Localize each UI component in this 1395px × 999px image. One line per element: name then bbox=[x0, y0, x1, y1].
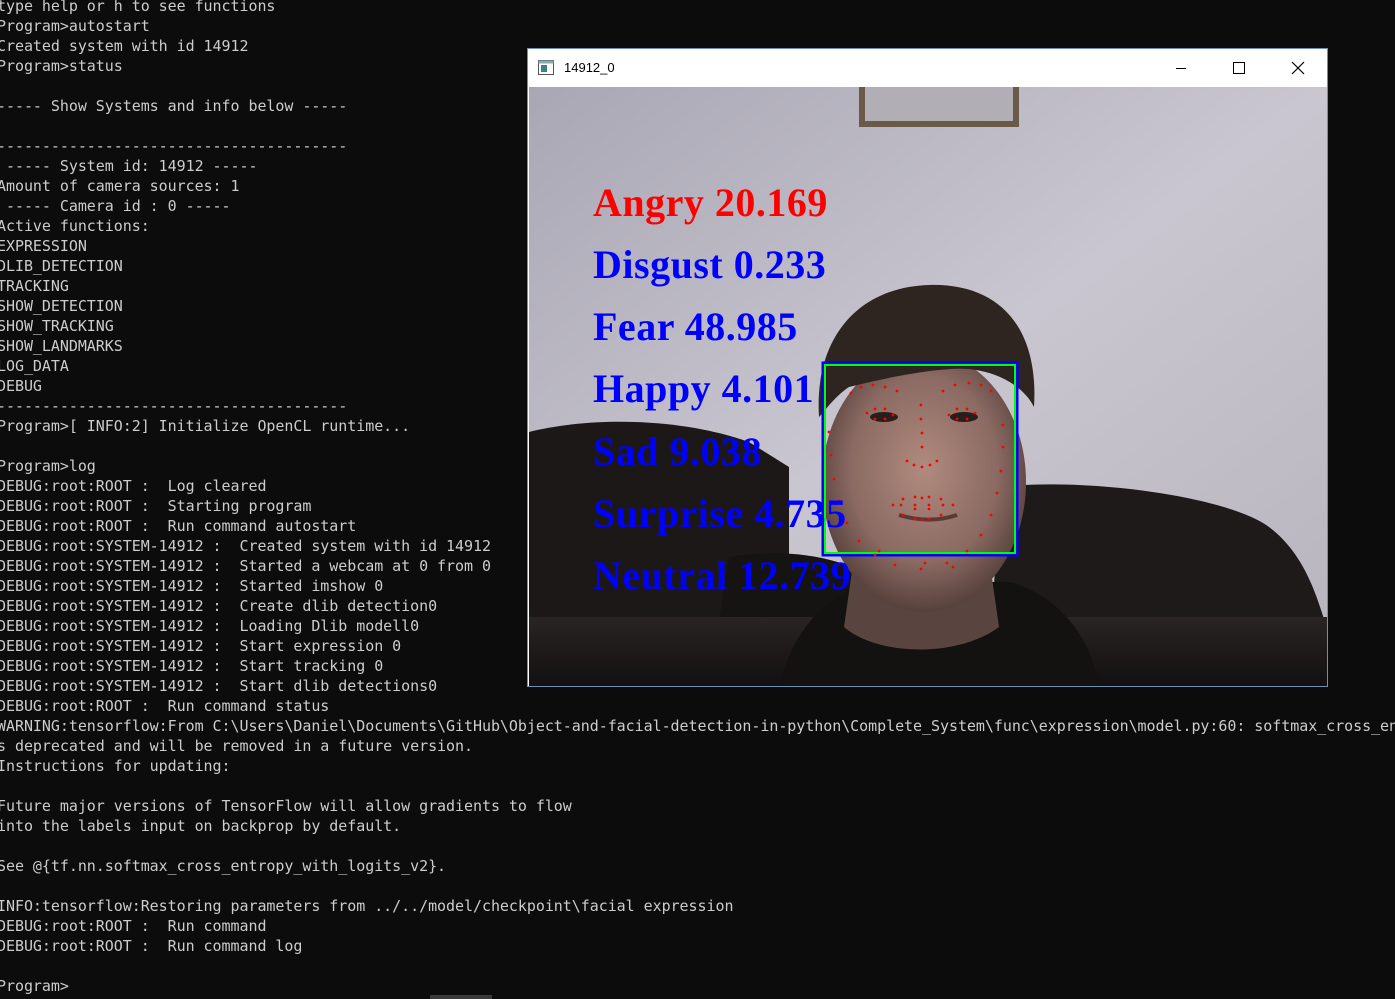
console-line: DEBUG:root:ROOT : Run command autostart bbox=[0, 517, 357, 535]
console-line: type help or h to see functions bbox=[0, 0, 276, 15]
app-window-icon bbox=[538, 60, 554, 75]
console-line: DEBUG:root:SYSTEM-14912 : Start tracking… bbox=[0, 657, 384, 675]
emotion-score-label: Happy 4.101 bbox=[593, 366, 815, 411]
console-line: INFO:tensorflow:Restoring parameters fro… bbox=[0, 897, 734, 915]
console-line: DEBUG:root:ROOT : Run command status bbox=[0, 697, 330, 715]
console-line: EXPRESSION bbox=[0, 237, 87, 255]
console-line: ----- Camera id : 0 ----- bbox=[0, 197, 231, 215]
console-line: DEBUG:root:SYSTEM-14912 : Create dlib de… bbox=[0, 597, 438, 615]
emotion-score-label: Surprise 4.735 bbox=[593, 491, 847, 536]
emotion-score-label: Sad 9.038 bbox=[593, 429, 762, 474]
console-line: Program> bbox=[0, 977, 69, 995]
console-line: DEBUG:root:SYSTEM-14912 : Start dlib det… bbox=[0, 677, 438, 695]
emotion-score-label: Neutral 12.739 bbox=[593, 553, 852, 598]
console-line: DEBUG:root:ROOT : Run command bbox=[0, 917, 267, 935]
window-title: 14912_0 bbox=[564, 60, 615, 75]
close-button[interactable] bbox=[1275, 49, 1321, 87]
console-line: --------------------------------------- bbox=[0, 137, 348, 155]
console-line: Program>autostart bbox=[0, 17, 150, 35]
console-line: Program>log bbox=[0, 457, 96, 475]
console-line: WARNING:tensorflow:From C:\Users\Daniel\… bbox=[0, 717, 1395, 735]
close-icon bbox=[1291, 61, 1305, 75]
console-line: DEBUG:root:ROOT : Run command log bbox=[0, 937, 303, 955]
emotion-score-label: Fear 48.985 bbox=[593, 304, 798, 349]
console-line: Program>status bbox=[0, 57, 123, 75]
console-line: Created system with id 14912 bbox=[0, 37, 249, 55]
console-scrollbar-thumb[interactable] bbox=[430, 995, 492, 999]
console-line: ----- System id: 14912 ----- bbox=[0, 157, 258, 175]
emotion-score-label: Angry 20.169 bbox=[593, 180, 828, 225]
maximize-button[interactable] bbox=[1216, 49, 1262, 87]
console-line: See @{tf.nn.softmax_cross_entropy_with_l… bbox=[0, 857, 447, 875]
console-line: DEBUG:root:SYSTEM-14912 : Started imshow… bbox=[0, 577, 384, 595]
console-line: DEBUG:root:SYSTEM-14912 : Loading Dlib m… bbox=[0, 617, 420, 635]
console-line: Future major versions of TensorFlow will… bbox=[0, 797, 572, 815]
minimize-button[interactable] bbox=[1158, 49, 1204, 87]
window-titlebar[interactable]: 14912_0 bbox=[528, 49, 1327, 87]
console-line: SHOW_DETECTION bbox=[0, 297, 123, 315]
console-line: Instructions for updating: bbox=[0, 757, 231, 775]
console-line: Active functions: bbox=[0, 217, 150, 235]
console-line: DEBUG bbox=[0, 377, 42, 395]
minimize-icon bbox=[1176, 68, 1186, 69]
console-line: DEBUG:root:SYSTEM-14912 : Started a webc… bbox=[0, 557, 491, 575]
console-line: DEBUG:root:ROOT : Log cleared bbox=[0, 477, 267, 495]
console-line: s deprecated and will be removed in a fu… bbox=[0, 737, 473, 755]
webcam-frame: Angry 20.169 Disgust 0.233 Fear 48.985 Happ… bbox=[529, 87, 1327, 686]
console-line: into the labels input on backprop by def… bbox=[0, 817, 402, 835]
console-line: SHOW_TRACKING bbox=[0, 317, 114, 335]
console-line: Program>[ INFO:2] Initialize OpenCL runt… bbox=[0, 417, 411, 435]
console-line: ----- Show Systems and info below ----- bbox=[0, 97, 348, 115]
console-line: DEBUG:root:ROOT : Starting program bbox=[0, 497, 312, 515]
console-line: DLIB_DETECTION bbox=[0, 257, 123, 275]
console-line: --------------------------------------- bbox=[0, 397, 348, 415]
emotion-score-label: Disgust 0.233 bbox=[593, 242, 827, 287]
console-line: Amount of camera sources: 1 bbox=[0, 177, 240, 195]
opencv-image-window[interactable]: 14912_0 Angry 20.169 Disgust 0.233 Fear … bbox=[527, 48, 1328, 687]
maximize-icon bbox=[1233, 62, 1245, 74]
console-line: SHOW_LANDMARKS bbox=[0, 337, 123, 355]
console-line: TRACKING bbox=[0, 277, 69, 295]
console-line: LOG_DATA bbox=[0, 357, 69, 375]
console-line: DEBUG:root:SYSTEM-14912 : Created system… bbox=[0, 537, 491, 555]
console-line: DEBUG:root:SYSTEM-14912 : Start expressi… bbox=[0, 637, 402, 655]
